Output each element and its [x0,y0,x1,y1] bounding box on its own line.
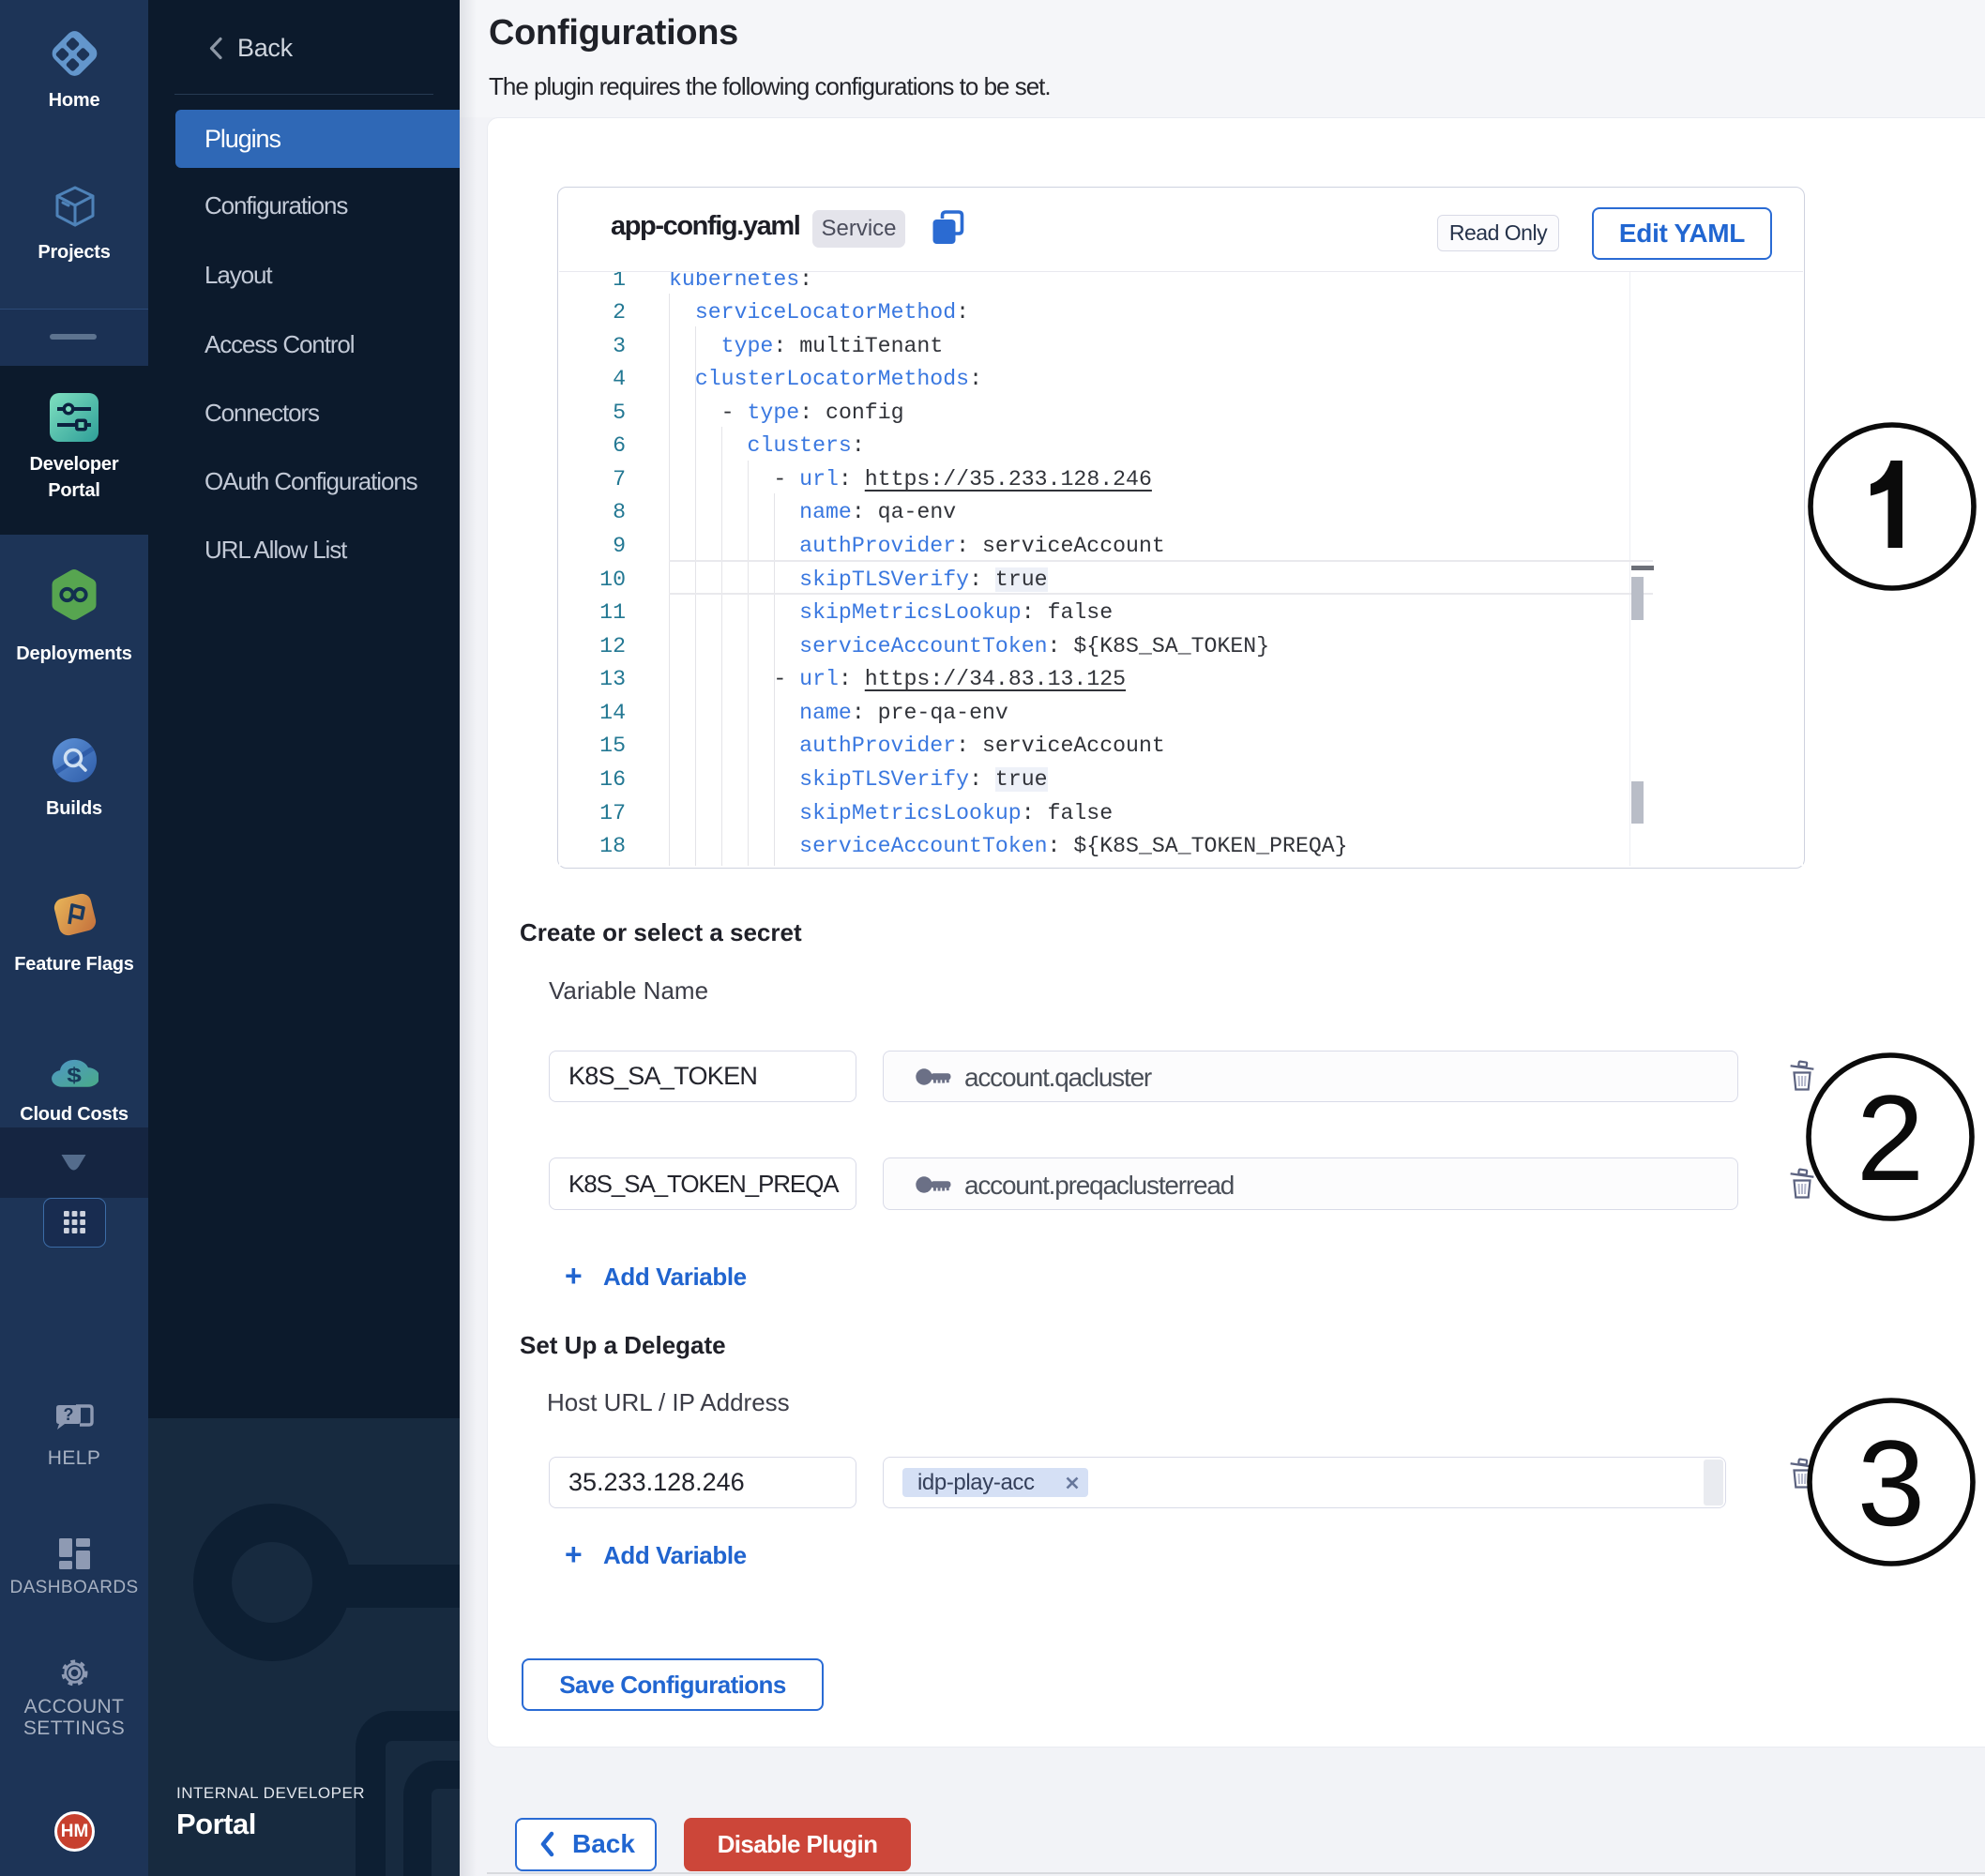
svg-text:$: $ [67,1064,82,1087]
svg-text:?: ? [64,1405,74,1424]
svg-text:3: 3 [1857,1415,1925,1551]
svg-text:2: 2 [1856,1069,1924,1206]
